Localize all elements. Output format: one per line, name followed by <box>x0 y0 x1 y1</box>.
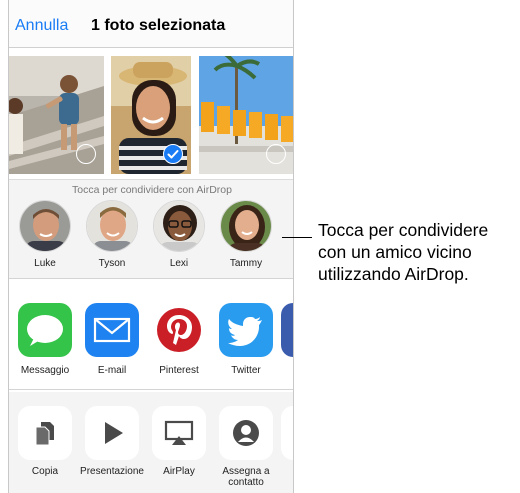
app-label: Twitter <box>231 365 261 376</box>
assign-contact-icon <box>219 406 273 460</box>
share-app-messaggio[interactable]: Messaggio <box>13 303 77 376</box>
twitter-icon <box>219 303 273 357</box>
cancel-button[interactable]: Annulla <box>15 17 68 35</box>
share-apps-row: Messaggio E-mail Pinterest Twitter <box>9 290 293 390</box>
share-app-partial[interactable] <box>281 303 293 357</box>
action-partial[interactable] <box>281 406 293 460</box>
airplay-icon <box>152 406 206 460</box>
person-name: Luke <box>34 258 56 269</box>
airdrop-section: Tocca per condividere con AirDrop Luke T… <box>9 179 293 279</box>
person-name: Tammy <box>229 258 263 269</box>
photo-thumbnail-1[interactable] <box>9 56 104 174</box>
person-name: Tyson <box>98 258 126 269</box>
photo-3-select-circle[interactable] <box>266 144 286 164</box>
action-label: Copia <box>31 466 59 477</box>
photo-thumbnail-2[interactable] <box>111 56 191 174</box>
callout-text: Tocca per condividere con un amico vicin… <box>318 220 489 284</box>
photo-2-checkmark-icon[interactable] <box>163 144 183 164</box>
airdrop-person-luke[interactable]: Luke <box>15 200 75 269</box>
avatar <box>153 200 205 252</box>
page-title: 1 foto selezionata <box>91 17 226 34</box>
photo-strip[interactable] <box>9 56 293 174</box>
action-icon <box>281 406 293 460</box>
share-app-twitter[interactable]: Twitter <box>214 303 278 376</box>
avatar <box>19 200 71 252</box>
avatar <box>220 200 272 252</box>
airdrop-hint: Tocca per condividere con AirDrop <box>72 184 232 196</box>
photo-1-select-circle[interactable] <box>76 144 96 164</box>
share-sheet: Annulla 1 foto selezionata Tocca per con… <box>8 0 294 493</box>
copy-icon <box>18 406 72 460</box>
navigation-bar: Annulla 1 foto selezionata <box>9 0 293 48</box>
share-app-email[interactable]: E-mail <box>80 303 144 376</box>
action-airplay[interactable]: AirPlay <box>147 406 211 477</box>
action-label: Assegna a contatto <box>222 466 270 488</box>
share-app-pinterest[interactable]: Pinterest <box>147 303 211 376</box>
action-label: AirPlay <box>163 466 195 477</box>
action-label: Presentazione <box>80 466 144 477</box>
pinterest-icon <box>152 303 206 357</box>
action-assign-contact[interactable]: Assegna a contatto <box>214 406 278 488</box>
messages-icon <box>18 303 72 357</box>
slideshow-icon <box>85 406 139 460</box>
app-label: Pinterest <box>159 365 199 376</box>
person-name: Lexi <box>169 258 189 269</box>
avatar <box>86 200 138 252</box>
airdrop-person-tyson[interactable]: Tyson <box>82 200 142 269</box>
app-label: Messaggio <box>20 365 70 376</box>
app-icon <box>281 303 293 357</box>
callout-leader-line <box>282 237 312 238</box>
airdrop-person-tammy[interactable]: Tammy <box>216 200 276 269</box>
app-label: E-mail <box>97 365 127 376</box>
action-copia[interactable]: Copia <box>13 406 77 477</box>
photo-thumbnail-3[interactable] <box>199 56 293 174</box>
mail-icon <box>85 303 139 357</box>
airdrop-person-lexi[interactable]: Lexi <box>149 200 209 269</box>
share-actions-row: Copia Presentazione AirPlay Assegna a co… <box>9 392 293 493</box>
action-presentazione[interactable]: Presentazione <box>80 406 144 477</box>
